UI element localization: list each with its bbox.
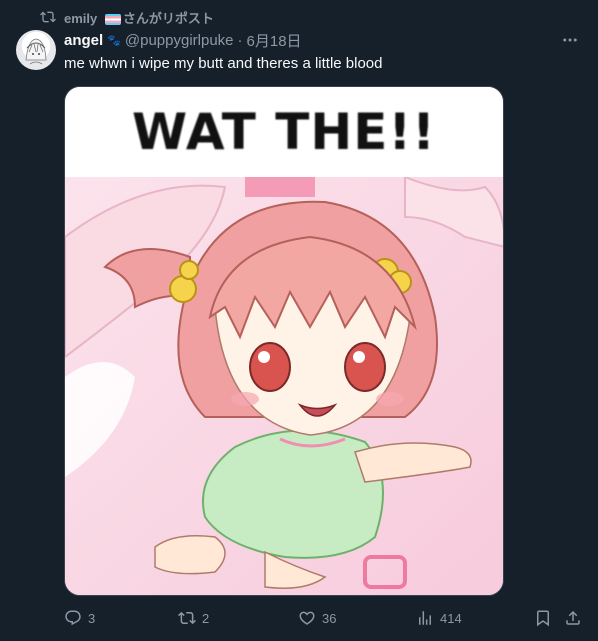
bookmark-button[interactable] xyxy=(534,606,552,630)
repost-count: 2 xyxy=(202,610,210,626)
tweet[interactable]: emily さんがリポスト angel 🐾 @puppygirlpuke · 6… xyxy=(0,0,598,641)
display-name[interactable]: angel xyxy=(64,32,103,49)
tweet-header: angel 🐾 @puppygirlpuke · 6月18日 xyxy=(64,30,302,50)
tweet-text: me whwn i wipe my butt and theres a litt… xyxy=(64,55,383,72)
like-button[interactable]: 36 xyxy=(298,606,336,630)
repost-suffix: さんがリポスト xyxy=(122,10,214,26)
views-button[interactable]: 414 xyxy=(416,606,462,630)
avatar-illustration-icon xyxy=(25,38,47,65)
repost-indicator[interactable]: emily さんがリポスト xyxy=(40,8,214,26)
repost-button[interactable]: 2 xyxy=(178,606,209,630)
tweet-media[interactable]: WAT THE!! xyxy=(64,86,504,596)
anime-girl-illustration xyxy=(65,177,503,595)
heart-icon xyxy=(299,611,315,625)
bookmark-icon xyxy=(537,610,549,627)
more-options-button[interactable] xyxy=(560,30,580,50)
action-bar: 3 2 36 414 xyxy=(64,606,584,630)
user-handle[interactable]: @puppygirlpuke xyxy=(125,32,234,49)
separator-dot: · xyxy=(237,31,243,49)
views-count: 414 xyxy=(440,610,462,626)
reply-count: 3 xyxy=(88,610,96,626)
trans-flag-icon xyxy=(104,13,121,25)
paw-badge-icon: 🐾 xyxy=(107,34,121,47)
repost-icon xyxy=(178,611,196,625)
more-dots-icon xyxy=(563,38,577,42)
avatar[interactable] xyxy=(16,30,56,70)
reply-icon xyxy=(65,610,81,626)
tweet-date[interactable]: 6月18日 xyxy=(247,30,302,51)
meme-caption: WAT THE!! xyxy=(132,103,436,161)
share-upload-icon xyxy=(566,610,580,625)
reply-button[interactable]: 3 xyxy=(64,606,95,630)
share-button[interactable] xyxy=(564,606,582,630)
like-count: 36 xyxy=(322,610,337,626)
repost-icon xyxy=(40,11,56,23)
repost-user-name[interactable]: emily xyxy=(64,11,97,26)
analytics-bars-icon xyxy=(419,611,431,625)
meme-caption-area: WAT THE!! xyxy=(65,87,503,177)
